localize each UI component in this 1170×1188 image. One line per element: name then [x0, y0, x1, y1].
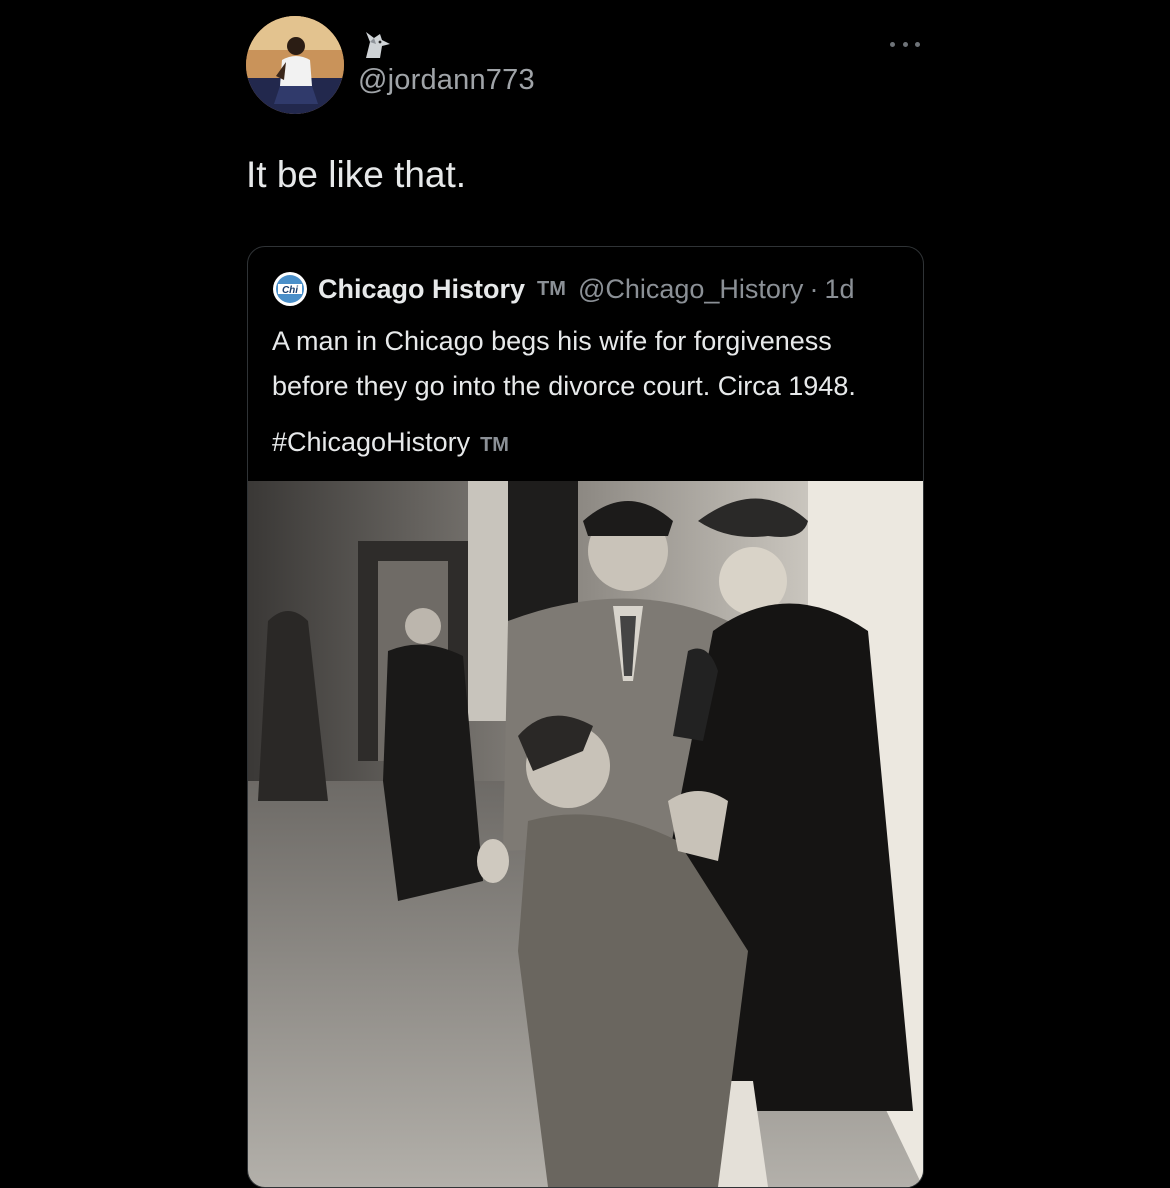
dot — [915, 41, 920, 47]
quoted-display-name[interactable]: Chicago History — [318, 274, 525, 305]
more-horizontal-icon[interactable] — [890, 34, 920, 54]
author-handle[interactable]: @jordann773 — [358, 64, 535, 97]
quoted-tweet-text: A man in Chicago begs his wife for forgi… — [272, 326, 856, 401]
hashtag-line: #ChicagoHistory TM — [272, 427, 509, 458]
quoted-handle[interactable]: @Chicago_History — [578, 274, 804, 305]
quoted-timestamp[interactable]: 1d — [824, 274, 854, 305]
tweet-text: It be like that. — [246, 154, 467, 195]
quoted-tweet-header: Chi Chicago History TM @Chicago_History … — [272, 271, 854, 307]
separator: · — [809, 273, 819, 304]
quoted-tweet-card[interactable]: Chi Chicago History TM @Chicago_History … — [247, 246, 924, 1188]
dot — [890, 41, 895, 47]
quoted-tweet-photo[interactable] — [248, 481, 923, 1187]
dot — [902, 41, 908, 47]
trademark-label: TM — [537, 277, 566, 300]
hashtag-link[interactable]: #ChicagoHistory — [272, 427, 470, 457]
chicago-history-logo-icon[interactable]: Chi — [272, 271, 308, 307]
hashtag-trademark-label: TM — [480, 434, 509, 456]
avatar[interactable] — [246, 16, 344, 114]
profile-photo-icon — [246, 16, 344, 114]
vintage-photo-icon — [248, 481, 923, 1187]
svg-text:Chi: Chi — [282, 285, 298, 296]
wolf-icon — [366, 32, 390, 58]
